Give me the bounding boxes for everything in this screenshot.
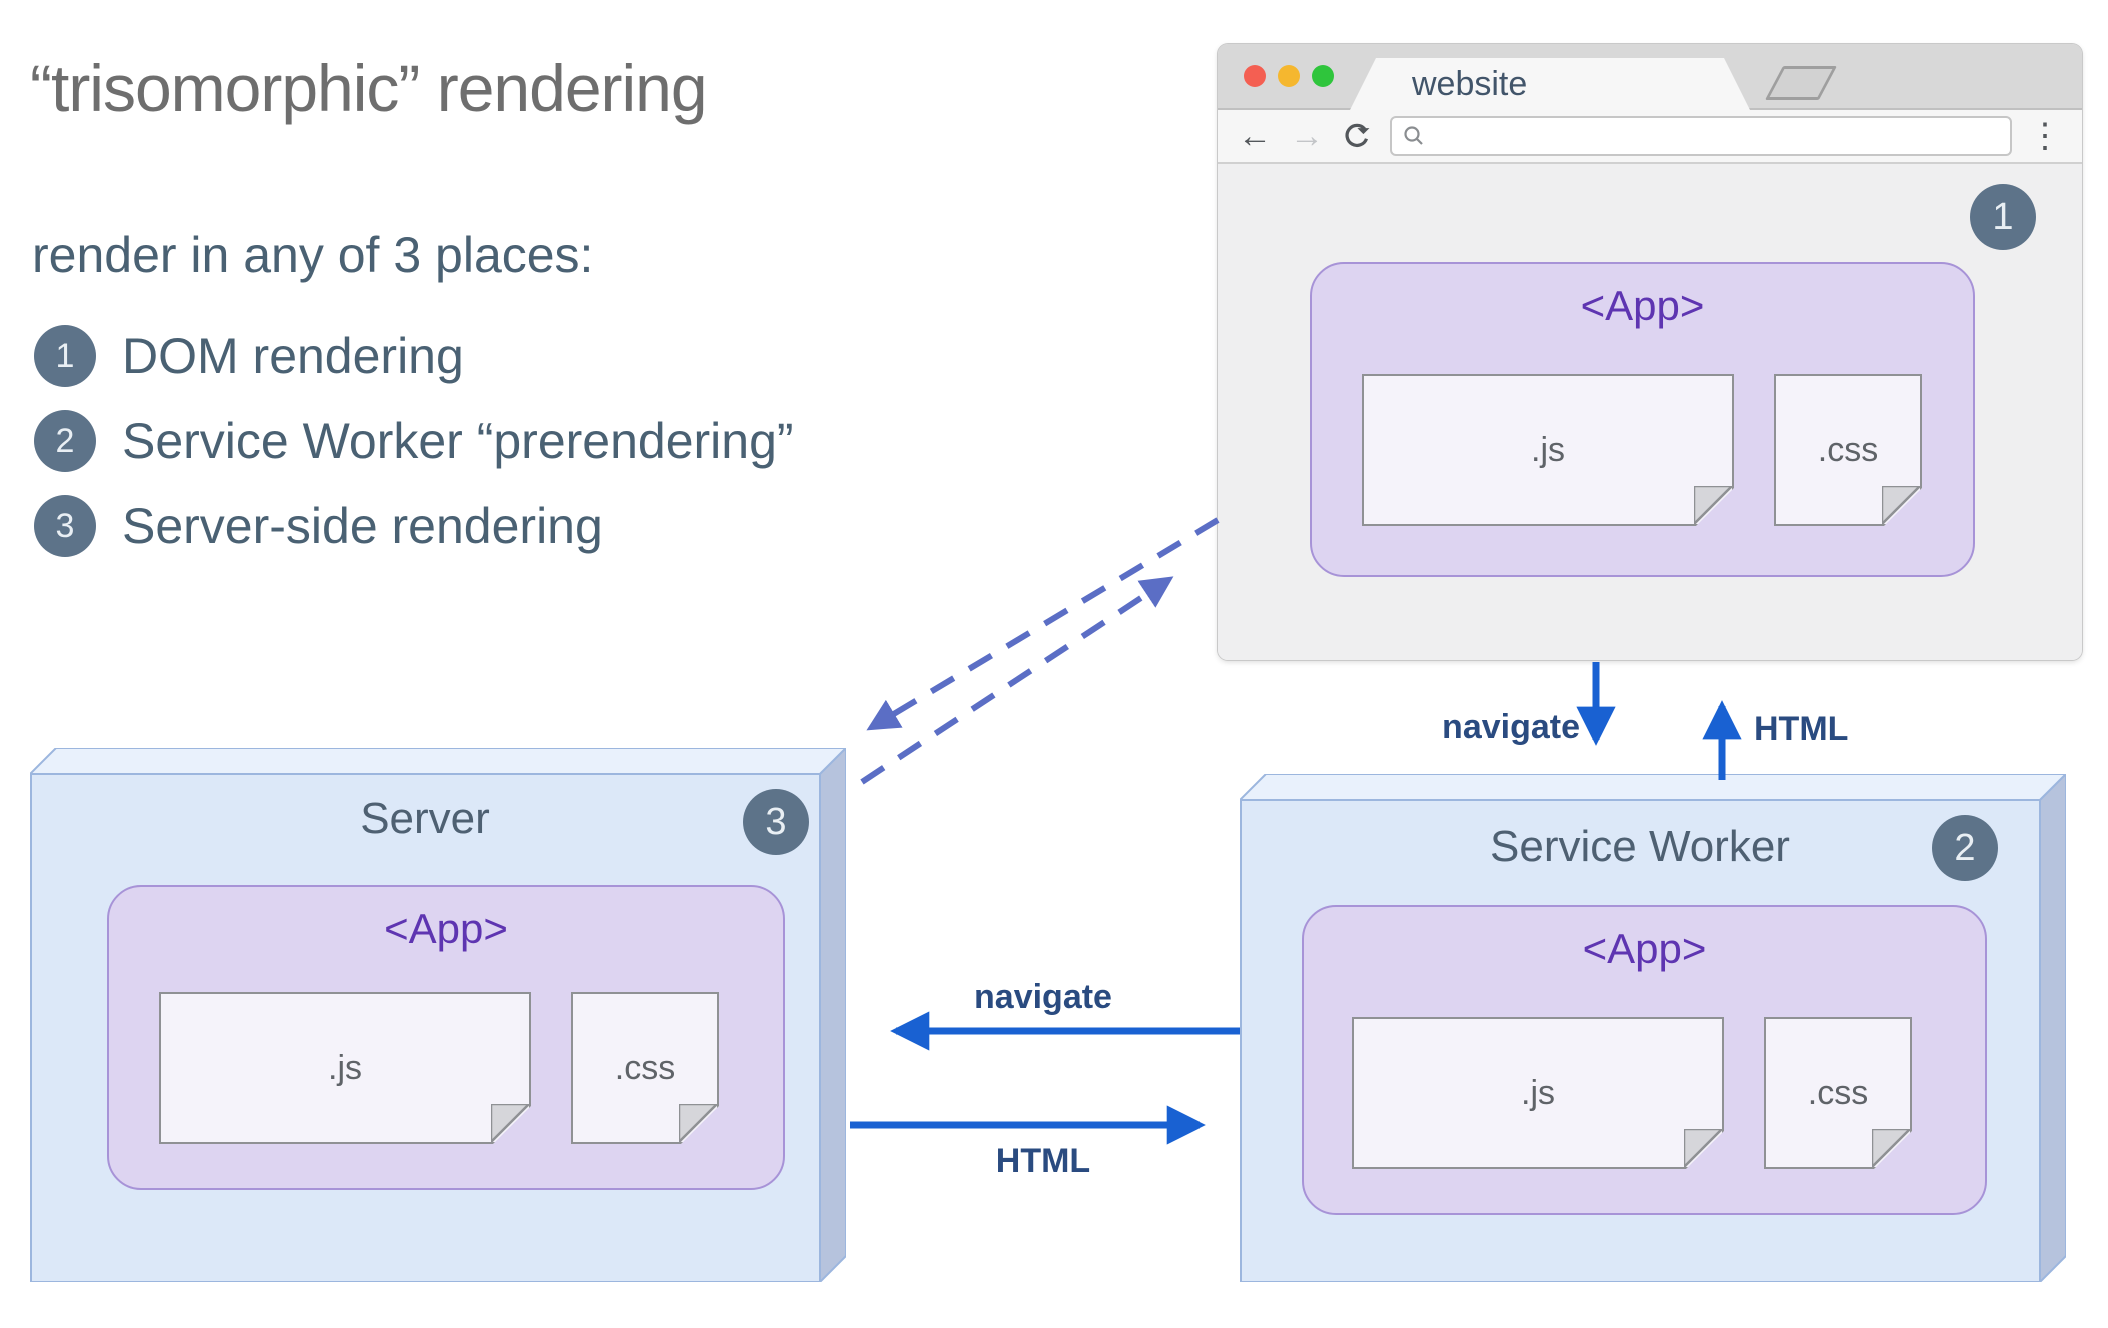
list-item-service-worker: 2 Service Worker “prerendering” (34, 410, 794, 472)
service-worker-title: Service Worker (1490, 822, 1790, 871)
js-file-label: .js (328, 1048, 362, 1087)
edge-label-navigate-down: navigate (1442, 708, 1580, 746)
css-file-label: .css (1817, 430, 1879, 469)
step-badge-2: 2 (1932, 815, 1998, 881)
menu-dots-icon[interactable]: ⋮ (2028, 119, 2062, 153)
css-file-label: .css (1807, 1073, 1869, 1112)
list-item-server-side: 3 Server-side rendering (34, 495, 603, 557)
browser-app-label: <App> (1580, 282, 1705, 329)
server-app-box: <App> .js .css (107, 885, 785, 1190)
server-js-file: .js (159, 992, 531, 1144)
page-fold-icon (1872, 1129, 1910, 1167)
step-badge-1: 1 (1970, 184, 2036, 250)
page-fold-icon (1882, 486, 1920, 524)
new-tab-button[interactable] (1764, 66, 1838, 100)
browser-window: website ← → ⋮ 1 <App> .js .css (1218, 44, 2082, 660)
back-icon[interactable]: ← (1238, 119, 1272, 153)
service-worker-css-file: .css (1764, 1017, 1912, 1169)
forward-icon[interactable]: → (1290, 119, 1324, 153)
page-fold-icon (491, 1104, 529, 1142)
browser-titlebar: website (1218, 44, 2082, 110)
url-bar[interactable] (1390, 116, 2012, 156)
server-app-label: <App> (384, 905, 508, 952)
search-icon (1404, 126, 1423, 145)
item-3-badge: 3 (34, 495, 96, 557)
browser-css-file: .css (1774, 374, 1922, 526)
css-file-label: .css (614, 1048, 676, 1087)
browser-app-box: <App> .js .css (1310, 262, 1975, 577)
edge-label-html-right: HTML (995, 1142, 1091, 1180)
page-fold-icon (679, 1104, 717, 1142)
browser-js-file: .js (1362, 374, 1734, 526)
intro-subtitle: render in any of 3 places: (32, 227, 594, 283)
item-1-badge: 1 (34, 325, 96, 387)
page-title: “trisomorphic” rendering (30, 51, 708, 125)
js-file-label: .js (1521, 1073, 1555, 1112)
service-worker-js-file: .js (1352, 1017, 1724, 1169)
edge-label-html-up: HTML (1754, 710, 1849, 748)
page-fold-icon (1684, 1129, 1722, 1167)
tab-title: website (1412, 64, 1528, 103)
server-title: Server (360, 794, 490, 843)
reload-icon[interactable] (1342, 121, 1372, 151)
page-fold-icon (1694, 486, 1732, 524)
step-badge-3: 3 (743, 789, 809, 855)
item-2-label: Service Worker “prerendering” (122, 413, 794, 469)
dashed-arrow-server-to-browser (860, 576, 1174, 785)
list-item-dom: 1 DOM rendering (34, 325, 464, 387)
js-file-label: .js (1531, 430, 1565, 469)
browser-content: 1 <App> .js .css (1218, 164, 2082, 660)
close-dot-icon[interactable] (1244, 65, 1266, 87)
maximize-dot-icon[interactable] (1312, 65, 1334, 87)
service-worker-app-label: <App> (1582, 925, 1707, 972)
server-css-file: .css (571, 992, 719, 1144)
item-1-label: DOM rendering (122, 328, 464, 384)
item-2-badge: 2 (34, 410, 96, 472)
item-3-label: Server-side rendering (122, 498, 603, 554)
minimize-dot-icon[interactable] (1278, 65, 1300, 87)
dashed-arrow-browser-to-server (866, 517, 1220, 731)
service-worker-box: Service Worker 2 <App> .js .css (1237, 771, 2069, 1285)
browser-tab[interactable]: website (1350, 58, 1750, 110)
edge-label-navigate-left: navigate (974, 978, 1112, 1016)
diagram-canvas: “trisomorphic” rendering render in any o… (0, 0, 2108, 1328)
server-box: Server 3 <App> .js .css (27, 745, 849, 1285)
service-worker-app-box: <App> .js .css (1302, 905, 1987, 1215)
browser-toolbar: ← → ⋮ (1218, 110, 2082, 164)
